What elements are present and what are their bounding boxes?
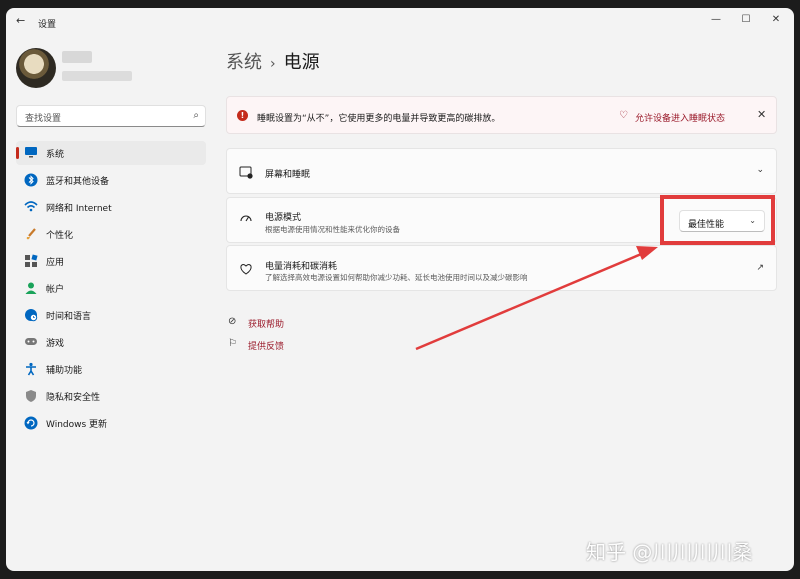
watermark: 知乎 @川川川川桑: [586, 540, 753, 564]
annotation-arrow: [415, 246, 658, 351]
